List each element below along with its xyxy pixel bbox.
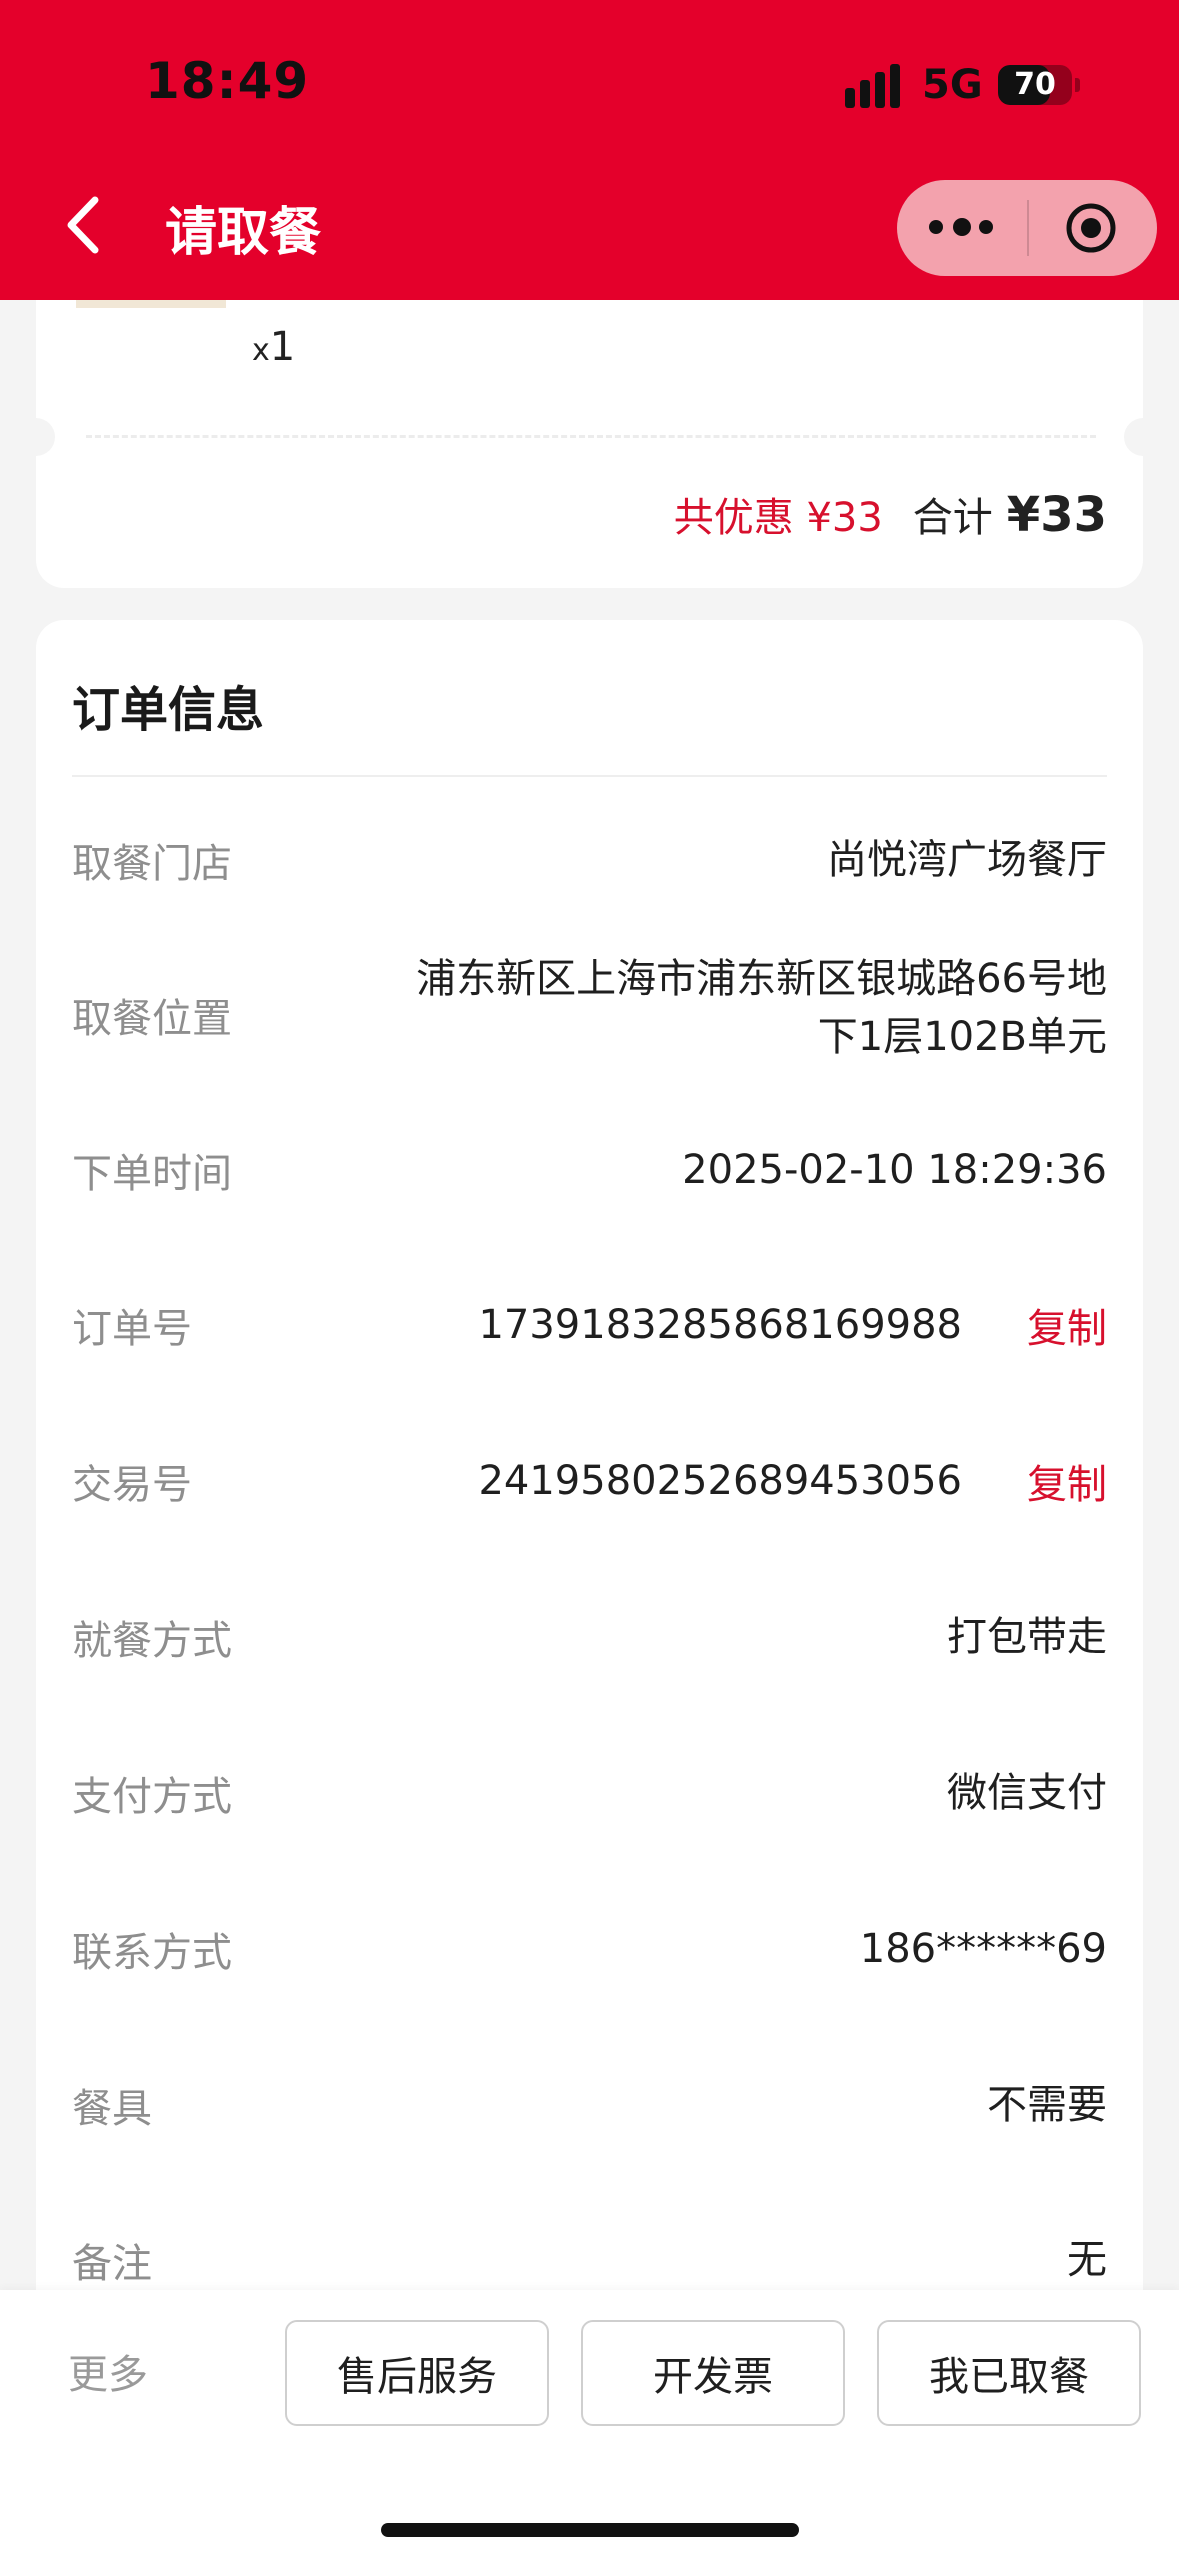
battery-tip (1075, 78, 1080, 92)
row-value: 186******69 (859, 1926, 1107, 1972)
info-row-remarks: 备注 无 (72, 2225, 1107, 2295)
battery-icon: 70 (998, 65, 1072, 105)
section-divider (72, 775, 1107, 777)
home-indicator[interactable] (381, 2523, 799, 2537)
quantity-value: 1 (269, 324, 296, 370)
info-row-order-number: 订单号 1739183285868169988 复制 (72, 1290, 1107, 1360)
row-value: 打包带走 (947, 1614, 1107, 1660)
copy-transaction-number-button[interactable]: 复制 (1027, 1452, 1107, 1510)
row-label: 订单号 (72, 1306, 192, 1352)
mini-program-capsule (897, 180, 1157, 276)
item-quantity: x1 (252, 324, 295, 370)
info-row-payment-method: 支付方式 微信支付 (72, 1758, 1107, 1828)
network-label: 5G (922, 62, 983, 108)
dashed-divider (86, 435, 1096, 438)
dot-icon (929, 220, 943, 234)
chevron-left-icon (67, 196, 99, 254)
info-row-location: 取餐位置 浦东新区上海市浦东新区银城路66号地 下1层102B单元 (72, 950, 1107, 1080)
row-value: 浦东新区上海市浦东新区银城路66号地 下1层102B单元 (416, 950, 1107, 1066)
row-value: 不需要 (987, 2082, 1107, 2128)
row-label: 备注 (72, 2241, 152, 2287)
invoice-button[interactable]: 开发票 (581, 2320, 845, 2426)
ticket-notch (17, 418, 55, 456)
row-value: 无 (1067, 2237, 1107, 2283)
page-title: 请取餐 (165, 203, 322, 263)
info-row-transaction-number: 交易号 2419580252689453056 复制 (72, 1446, 1107, 1516)
row-label: 取餐位置 (72, 996, 232, 1042)
row-label: 下单时间 (72, 1151, 232, 1197)
section-title: 订单信息 (72, 682, 265, 738)
row-label: 就餐方式 (72, 1618, 232, 1664)
row-label: 交易号 (72, 1462, 192, 1508)
row-label: 支付方式 (72, 1774, 232, 1820)
close-miniprogram-button[interactable] (1065, 202, 1117, 254)
info-row-utensils: 餐具 不需要 (72, 2070, 1107, 2140)
more-button[interactable]: 更多 (68, 2342, 148, 2400)
app-header: 18:49 5G 70 请取餐 (0, 0, 1179, 300)
target-icon (1066, 203, 1116, 253)
info-row-dining-method: 就餐方式 打包带走 (72, 1602, 1107, 1672)
picked-up-button[interactable]: 我已取餐 (877, 2320, 1141, 2426)
row-value: 微信支付 (947, 1770, 1107, 1816)
row-label: 餐具 (72, 2086, 152, 2132)
product-thumbnail (76, 300, 226, 308)
discount-amount: 共优惠 ¥33 (673, 495, 883, 541)
total-amount: ¥33 (1006, 487, 1107, 543)
battery-level: 70 (1014, 67, 1056, 102)
dot-icon (979, 220, 993, 234)
order-totals: 共优惠 ¥33 合计 ¥33 (674, 485, 1107, 545)
signal-icon (845, 62, 905, 108)
dot-icon (953, 218, 971, 236)
ticket-notch (1124, 418, 1162, 456)
info-row-contact: 联系方式 186******69 (72, 1914, 1107, 1984)
location-line-2: 下1层102B单元 (817, 1014, 1107, 1060)
bottom-action-bar: 更多 售后服务 开发票 我已取餐 (0, 2290, 1179, 2556)
row-label: 取餐门店 (72, 841, 232, 887)
row-value: 2025-02-10 18:29:36 (682, 1147, 1107, 1193)
after-sales-button[interactable]: 售后服务 (285, 2320, 549, 2426)
row-label: 联系方式 (72, 1930, 232, 1976)
order-number-value: 1739183285868169988 (478, 1302, 962, 1348)
order-info-card: 订单信息 取餐门店 尚悦湾广场餐厅 取餐位置 浦东新区上海市浦东新区银城路66号… (36, 620, 1143, 2320)
capsule-divider (1027, 200, 1029, 256)
transaction-number-value: 2419580252689453056 (478, 1458, 962, 1504)
info-row-order-time: 下单时间 2025-02-10 18:29:36 (72, 1135, 1107, 1205)
order-items-card: x1 共优惠 ¥33 合计 ¥33 (17, 280, 1162, 588)
location-line-1: 浦东新区上海市浦东新区银城路66号地 (416, 956, 1107, 1002)
back-button[interactable] (55, 190, 115, 260)
info-row-store: 取餐门店 尚悦湾广场餐厅 (72, 825, 1107, 895)
more-options-button[interactable] (929, 180, 999, 276)
row-value: 尚悦湾广场餐厅 (827, 837, 1107, 883)
copy-order-number-button[interactable]: 复制 (1027, 1296, 1107, 1354)
status-time: 18:49 (145, 52, 310, 110)
quantity-prefix: x (252, 333, 270, 368)
total-label: 合计 (912, 495, 993, 541)
